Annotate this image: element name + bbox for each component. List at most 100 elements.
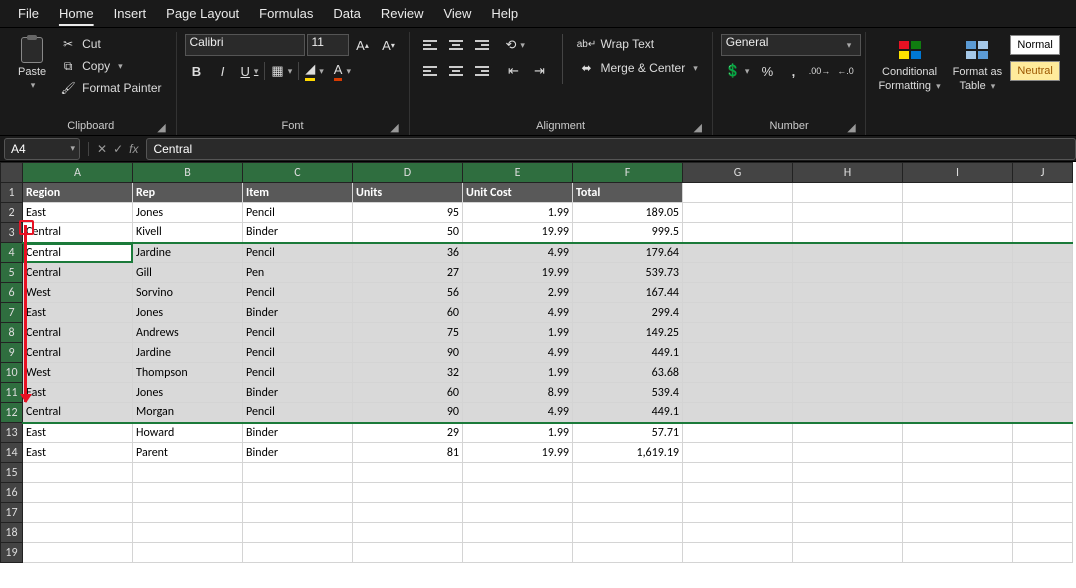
cell[interactable]: Units: [353, 183, 463, 203]
row-header[interactable]: 8: [1, 323, 23, 343]
select-all-corner[interactable]: [1, 163, 23, 183]
cell[interactable]: 81: [353, 443, 463, 463]
cell[interactable]: [683, 443, 793, 463]
cell[interactable]: 75: [353, 323, 463, 343]
cell[interactable]: [793, 483, 903, 503]
cell[interactable]: [133, 463, 243, 483]
cell[interactable]: [903, 303, 1013, 323]
cell[interactable]: Central: [23, 323, 133, 343]
cell[interactable]: Binder: [243, 223, 353, 243]
fill-color-button[interactable]: ◢▾: [301, 60, 328, 82]
cell[interactable]: Pencil: [243, 363, 353, 383]
insert-function-button[interactable]: fx: [129, 142, 138, 156]
column-header[interactable]: A: [23, 163, 133, 183]
cell[interactable]: Howard: [133, 423, 243, 443]
cell[interactable]: 56: [353, 283, 463, 303]
cell[interactable]: 95: [353, 203, 463, 223]
cell[interactable]: Central: [23, 403, 133, 423]
cell[interactable]: Parent: [133, 443, 243, 463]
row-header[interactable]: 18: [1, 523, 23, 543]
cell[interactable]: [463, 463, 573, 483]
cell[interactable]: [1013, 503, 1073, 523]
name-box[interactable]: A4 ▾: [4, 138, 80, 160]
cell[interactable]: 50: [353, 223, 463, 243]
cell[interactable]: [903, 283, 1013, 303]
cell[interactable]: [683, 403, 793, 423]
cell[interactable]: [793, 203, 903, 223]
cell[interactable]: Central: [23, 243, 133, 263]
cell[interactable]: [793, 463, 903, 483]
cell[interactable]: 999.5: [573, 223, 683, 243]
cell[interactable]: West: [23, 283, 133, 303]
cell[interactable]: [793, 443, 903, 463]
menu-view[interactable]: View: [433, 2, 481, 25]
underline-button[interactable]: U▾: [237, 60, 263, 82]
cell[interactable]: [793, 523, 903, 543]
italic-button[interactable]: I: [211, 60, 235, 82]
cell[interactable]: [903, 503, 1013, 523]
cell[interactable]: [23, 463, 133, 483]
row-header[interactable]: 14: [1, 443, 23, 463]
cell[interactable]: 2.99: [463, 283, 573, 303]
cell[interactable]: Pencil: [243, 403, 353, 423]
cell[interactable]: [903, 383, 1013, 403]
row-header[interactable]: 16: [1, 483, 23, 503]
enter-formula-button[interactable]: ✓: [113, 142, 123, 156]
row-header[interactable]: 4: [1, 243, 23, 263]
cell[interactable]: Pencil: [243, 203, 353, 223]
cell[interactable]: Pencil: [243, 323, 353, 343]
row-header[interactable]: 15: [1, 463, 23, 483]
cell[interactable]: [23, 523, 133, 543]
row-header[interactable]: 12: [1, 403, 23, 423]
font-name-select[interactable]: Calibri: [185, 34, 305, 56]
cell[interactable]: Gill: [133, 263, 243, 283]
cell[interactable]: [793, 403, 903, 423]
cell[interactable]: Sorvino: [133, 283, 243, 303]
cell[interactable]: Jones: [133, 303, 243, 323]
cell[interactable]: [903, 223, 1013, 243]
cell[interactable]: Jardine: [133, 343, 243, 363]
cell[interactable]: [1013, 303, 1073, 323]
cell[interactable]: [353, 523, 463, 543]
cell[interactable]: [353, 483, 463, 503]
cell[interactable]: [903, 523, 1013, 543]
cell[interactable]: 19.99: [463, 263, 573, 283]
cell[interactable]: East: [23, 443, 133, 463]
cell[interactable]: Kivell: [133, 223, 243, 243]
cell[interactable]: East: [23, 303, 133, 323]
cell[interactable]: [23, 503, 133, 523]
cell[interactable]: [573, 503, 683, 523]
cell[interactable]: [573, 543, 683, 563]
row-header[interactable]: 3: [1, 223, 23, 243]
cell[interactable]: [683, 503, 793, 523]
cell[interactable]: [903, 483, 1013, 503]
row-header[interactable]: 19: [1, 543, 23, 563]
cell[interactable]: [1013, 523, 1073, 543]
cell[interactable]: Region: [23, 183, 133, 203]
cell[interactable]: [23, 543, 133, 563]
cell[interactable]: [903, 443, 1013, 463]
number-dialog-launcher[interactable]: ◢: [845, 121, 857, 133]
cell[interactable]: Binder: [243, 423, 353, 443]
cell[interactable]: [683, 243, 793, 263]
font-size-select[interactable]: 11: [307, 34, 349, 56]
cell[interactable]: [463, 503, 573, 523]
menu-home[interactable]: Home: [49, 2, 104, 25]
column-header[interactable]: D: [353, 163, 463, 183]
cell[interactable]: [243, 483, 353, 503]
cell[interactable]: [573, 523, 683, 543]
number-format-select[interactable]: General: [721, 34, 861, 56]
row-header[interactable]: 13: [1, 423, 23, 443]
cell[interactable]: [793, 263, 903, 283]
cell[interactable]: 4.99: [463, 343, 573, 363]
cancel-formula-button[interactable]: ✕: [97, 142, 107, 156]
row-header[interactable]: 9: [1, 343, 23, 363]
cell[interactable]: [353, 503, 463, 523]
cell[interactable]: Thompson: [133, 363, 243, 383]
cell[interactable]: [23, 483, 133, 503]
cell[interactable]: Pen: [243, 263, 353, 283]
cell[interactable]: [903, 183, 1013, 203]
cell[interactable]: [463, 483, 573, 503]
cell[interactable]: [1013, 543, 1073, 563]
cell[interactable]: 539.4: [573, 383, 683, 403]
